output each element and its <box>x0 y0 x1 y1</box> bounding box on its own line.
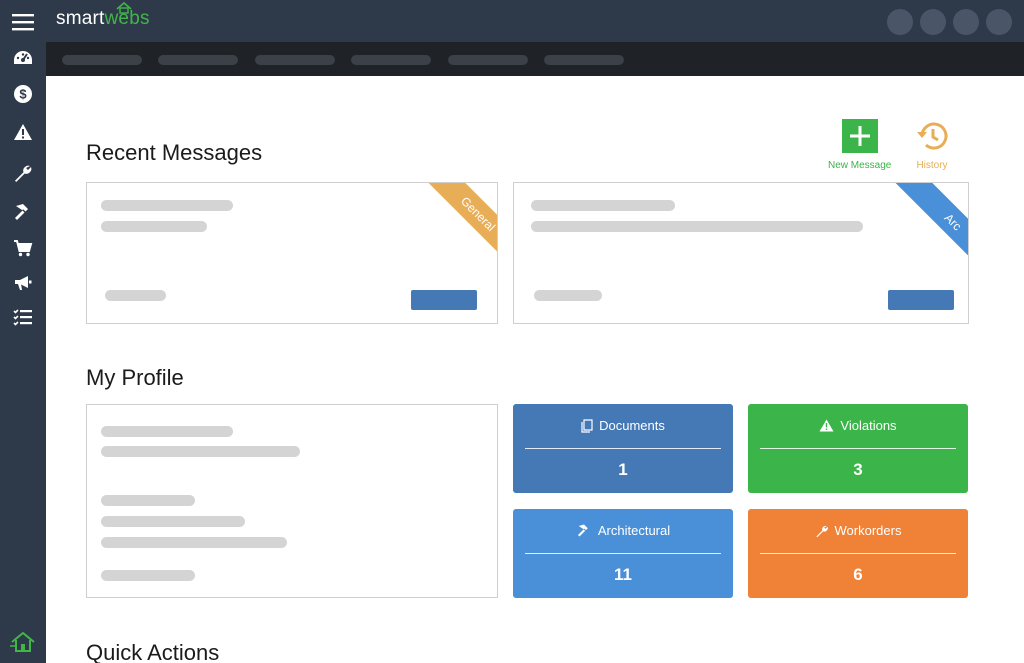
avatar[interactable] <box>920 9 946 35</box>
profile-card <box>86 404 498 598</box>
checklist-icon[interactable] <box>0 302 46 332</box>
avatar[interactable] <box>986 9 1012 35</box>
cart-icon[interactable] <box>0 233 46 263</box>
tile-count: 3 <box>853 460 863 479</box>
placeholder-line <box>531 221 863 232</box>
placeholder-line <box>101 200 233 211</box>
menu-icon[interactable] <box>0 7 46 37</box>
violations-tile[interactable]: Violations 3 <box>748 404 968 493</box>
nav-item[interactable] <box>62 55 142 65</box>
svg-text:$: $ <box>19 87 27 102</box>
tile-label: Workorders <box>834 523 902 538</box>
tile-label: Violations <box>840 418 897 433</box>
divider <box>525 448 721 449</box>
message-tag-ribbon: Arc <box>883 183 968 292</box>
placeholder-line <box>101 426 233 437</box>
placeholder-line <box>101 570 195 581</box>
message-tag-ribbon: General <box>408 183 498 284</box>
app-logo[interactable]: smartwebs <box>56 8 150 30</box>
avatar[interactable] <box>887 9 913 35</box>
section-title-quick-actions: Quick Actions <box>86 640 220 663</box>
tile-count: 11 <box>614 565 632 584</box>
tag-label: Arc <box>941 210 965 234</box>
placeholder-line <box>105 290 166 301</box>
section-title-recent-messages: Recent Messages <box>86 140 263 165</box>
tile-label: Documents <box>599 418 665 433</box>
document-icon <box>581 418 593 433</box>
new-message-button[interactable]: New Message <box>828 119 891 171</box>
documents-tile[interactable]: Documents 1 <box>513 404 733 493</box>
message-action-button[interactable] <box>888 290 954 310</box>
placeholder-line <box>101 221 207 232</box>
history-label: History <box>916 160 948 171</box>
architectural-tile[interactable]: Architectural 11 <box>513 509 733 598</box>
warning-icon[interactable] <box>0 117 46 147</box>
message-action-button[interactable] <box>411 290 477 310</box>
workorders-tile[interactable]: Workorders 6 <box>748 509 968 598</box>
hammer-icon <box>577 524 588 537</box>
history-icon <box>917 122 948 150</box>
tile-label: Architectural <box>597 523 671 538</box>
history-button[interactable]: History <box>914 119 950 171</box>
home-icon[interactable] <box>0 627 46 657</box>
wrench-icon <box>815 525 828 537</box>
tag-label: General <box>457 193 498 235</box>
placeholder-line <box>101 495 195 506</box>
logo-house-icon <box>116 2 132 14</box>
nav-item[interactable] <box>544 55 624 65</box>
placeholder-line <box>101 516 245 527</box>
message-card[interactable]: Arc <box>513 182 969 324</box>
placeholder-line <box>534 290 602 301</box>
placeholder-line <box>531 200 675 211</box>
nav-item[interactable] <box>158 55 238 65</box>
dollar-icon[interactable]: $ <box>0 79 46 109</box>
warning-icon <box>819 419 834 432</box>
divider <box>760 553 956 554</box>
divider <box>525 553 721 554</box>
nav-item[interactable] <box>255 55 335 65</box>
dashboard-icon[interactable] <box>0 43 46 73</box>
avatar[interactable] <box>953 9 979 35</box>
hammer-icon[interactable] <box>0 197 46 227</box>
sub-nav <box>46 42 1024 76</box>
plus-icon <box>841 119 878 153</box>
tile-count: 6 <box>853 565 863 584</box>
placeholder-line <box>101 537 287 548</box>
nav-item[interactable] <box>448 55 528 65</box>
divider <box>760 448 956 449</box>
section-title-my-profile: My Profile <box>86 365 184 390</box>
top-bar: smartwebs <box>46 0 1024 42</box>
nav-item[interactable] <box>351 55 431 65</box>
wrench-icon[interactable] <box>0 158 46 188</box>
megaphone-icon[interactable] <box>0 268 46 298</box>
placeholder-line <box>101 446 300 457</box>
new-message-label: New Message <box>828 160 892 171</box>
message-card[interactable]: General <box>86 182 498 324</box>
sidebar: $ <box>0 0 46 663</box>
tile-count: 1 <box>618 460 628 479</box>
